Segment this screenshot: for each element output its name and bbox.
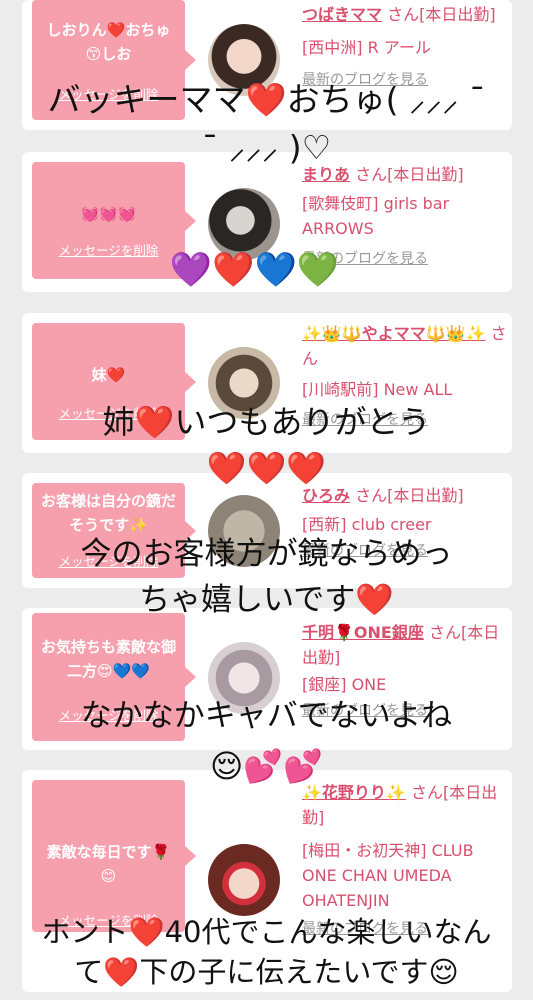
- message-text: 素敵な毎日です🌹😊: [46, 843, 171, 885]
- overlay-caption: て❤️下の子に伝えたいです😌: [74, 955, 459, 989]
- overlay-caption: 今のお客様方が鏡ならめっ: [80, 536, 453, 572]
- shop-name: [歌舞伎町] girls bar ARROWS: [302, 194, 450, 238]
- overlay-caption: ホント❤️40代でこんな楽しいなん: [41, 915, 492, 949]
- message-text: 💓💓💓: [80, 205, 137, 223]
- overlay-caption: ちゃ嬉しいです❤️: [139, 582, 394, 618]
- message-text: お客様は自分の鏡だそうです✨: [40, 492, 176, 534]
- overlay-emoji: ❤️❤️❤️: [206, 449, 327, 487]
- shop-name: [川崎駅前] New ALL: [302, 380, 453, 399]
- cast-status: さん[本日出勤]: [387, 5, 496, 24]
- shop-name: [西中洲] R アール: [302, 38, 431, 57]
- overlay-emoji: 😌💕💕: [209, 747, 324, 785]
- overlay-caption: 姉❤️いつもありがとう: [102, 403, 431, 441]
- cast-name-link[interactable]: つばきママ: [302, 5, 382, 24]
- avatar[interactable]: [208, 844, 280, 916]
- overlay-caption: バッキーママ❤️おちゅ( ⸝⸝⸝ ¯: [47, 80, 486, 119]
- overlay-caption: なかなかキャバでないよね: [80, 698, 453, 734]
- message-text: しおりん❤️おちゅ😙しお: [46, 21, 171, 63]
- cast-name-link[interactable]: 千明🌹ONE銀座: [302, 623, 424, 642]
- shop-name: [銀座] ONE: [302, 675, 387, 694]
- message-text: お気持ちも素敵な御二方😍💙💙: [40, 638, 176, 680]
- message-text: 妹❤️: [91, 366, 126, 384]
- cast-status: さん[本日出勤]: [355, 486, 464, 505]
- shop-name: [梅田・お初天神] CLUB ONE CHAN UMEDA OHATENJIN: [302, 841, 474, 910]
- message-bubble: 素敵な毎日です🌹😊 メッセージを削除: [32, 780, 196, 932]
- overlay-emoji: 💜❤️💙💚: [169, 250, 340, 290]
- overlay-caption: ¯ ⸝⸝⸝ )♡: [201, 128, 332, 167]
- cast-name-link[interactable]: ひろみ: [302, 486, 350, 505]
- cast-name-link[interactable]: ✨👑🔱やよママ🔱👑✨: [302, 324, 486, 343]
